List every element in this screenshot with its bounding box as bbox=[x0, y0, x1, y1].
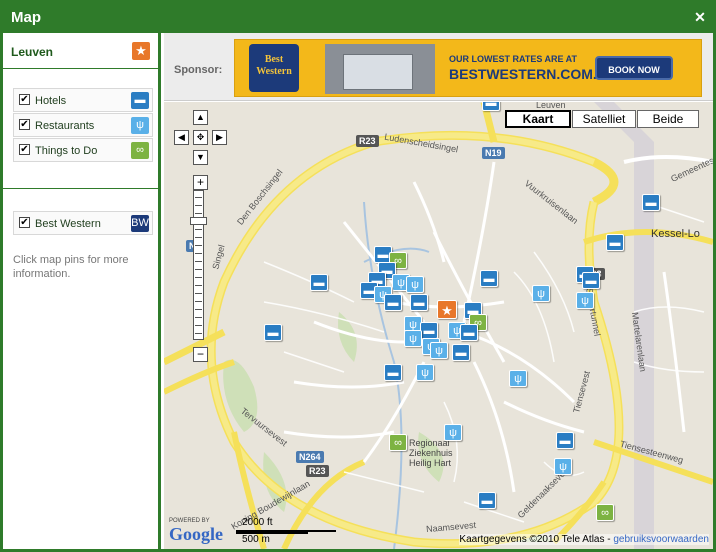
binoculars-icon: ∞ bbox=[131, 142, 149, 159]
hotel-pin[interactable]: ▬ bbox=[480, 270, 498, 287]
best-western-ad-banner[interactable]: Best Western OUR LOWEST RATES ARE AT BES… bbox=[234, 39, 702, 97]
sidebar: Leuven ★ ✔ Hotels ▬ ✔ Restaurants ψ ✔ Th… bbox=[3, 33, 161, 549]
filter-hotels[interactable]: ✔ Hotels ▬ bbox=[13, 88, 153, 112]
google-logo: POWERED BY Google bbox=[169, 518, 223, 545]
road-badge: R23 bbox=[306, 465, 329, 477]
hotel-pin[interactable]: ▬ bbox=[606, 234, 624, 251]
hotel-pin[interactable]: ▬ bbox=[582, 272, 600, 289]
things-to-do-pin[interactable]: ∞ bbox=[596, 504, 614, 521]
city-name: Leuven bbox=[11, 45, 54, 59]
pan-down-icon[interactable]: ▼ bbox=[193, 150, 208, 165]
things-to-do-checkbox[interactable]: ✔ bbox=[19, 144, 30, 155]
pan-left-icon[interactable]: ◀ bbox=[174, 130, 189, 145]
fork-knife-icon: ψ bbox=[131, 117, 149, 134]
star-icon: ★ bbox=[132, 42, 150, 60]
filter-label: Things to Do bbox=[35, 145, 98, 157]
map-canvas[interactable]: Leuven Ludenscheidsingel R23 N19 Vuurkru… bbox=[164, 102, 713, 549]
bed-icon: ▬ bbox=[131, 92, 149, 109]
hotel-pin[interactable]: ▬ bbox=[384, 294, 402, 311]
hotel-photo bbox=[325, 44, 435, 94]
map-type-control: Kaart Satelliet Beide bbox=[504, 110, 699, 128]
restaurant-pin[interactable]: ψ bbox=[406, 276, 424, 293]
sponsor-label: Sponsor: bbox=[174, 64, 223, 76]
hotel-pin[interactable]: ▬ bbox=[420, 322, 438, 339]
hotel-pin[interactable]: ▬ bbox=[310, 274, 328, 291]
pan-up-icon[interactable]: ▲ bbox=[193, 110, 208, 125]
map-type-kaart-button[interactable]: Kaart bbox=[505, 110, 571, 128]
restaurant-pin[interactable]: ψ bbox=[416, 364, 434, 381]
map-hint: Click map pins for more information. bbox=[13, 254, 129, 280]
sidebar-header: Leuven ★ bbox=[3, 33, 158, 69]
filter-label: Restaurants bbox=[35, 120, 95, 132]
map-type-satelliet-button[interactable]: Satelliet bbox=[572, 110, 636, 128]
scale-metric: 500 m bbox=[242, 534, 270, 545]
hotels-checkbox[interactable]: ✔ bbox=[19, 94, 30, 105]
hotel-pin[interactable]: ▬ bbox=[384, 364, 402, 381]
close-icon[interactable]: ✕ bbox=[693, 10, 707, 24]
filter-label: Hotels bbox=[35, 95, 67, 107]
hotel-pin[interactable]: ▬ bbox=[264, 324, 282, 341]
filter-things-to-do[interactable]: ✔ Things to Do ∞ bbox=[13, 138, 153, 162]
window-titlebar: Map ✕ bbox=[3, 3, 713, 33]
ad-headline: OUR LOWEST RATES ARE AT bbox=[449, 54, 577, 64]
street-label: Leuven bbox=[536, 102, 566, 110]
zoom-slider[interactable] bbox=[193, 190, 204, 340]
map-scale: 2000 ft 500 m bbox=[236, 517, 346, 547]
restaurant-pin[interactable]: ψ bbox=[576, 292, 594, 309]
zoom-in-icon[interactable]: + bbox=[193, 175, 208, 190]
road-badge: N264 bbox=[296, 451, 324, 463]
hotel-pin[interactable]: ▬ bbox=[460, 324, 478, 341]
ad-logo: Best Western bbox=[249, 44, 299, 92]
road-badge: N19 bbox=[482, 147, 505, 159]
best-western-logo-icon: BW bbox=[131, 215, 149, 232]
category-filters: ✔ Hotels ▬ ✔ Restaurants ψ ✔ Things to D… bbox=[13, 88, 153, 163]
hotel-pin[interactable]: ▬ bbox=[642, 194, 660, 211]
ad-domain: BESTWESTERN.COM. bbox=[449, 66, 597, 82]
hotel-pin[interactable]: ▬ bbox=[556, 432, 574, 449]
restaurant-pin[interactable]: ψ bbox=[554, 458, 572, 475]
restaurant-pin[interactable]: ψ bbox=[444, 424, 462, 441]
sidebar-divider bbox=[3, 188, 158, 189]
map-copyright: Kaartgegevens ©2010 Tele Atlas - gebruik… bbox=[459, 534, 709, 545]
window-title: Map bbox=[11, 9, 41, 26]
best-western-star-pin[interactable]: ★ bbox=[437, 300, 457, 319]
filter-best-western[interactable]: ✔ Best Western BW bbox=[13, 211, 153, 235]
road-badge: R23 bbox=[356, 135, 379, 147]
scale-imperial: 2000 ft bbox=[242, 517, 273, 528]
restaurant-pin[interactable]: ψ bbox=[404, 330, 422, 347]
filter-label: Best Western bbox=[35, 218, 101, 230]
zoom-out-icon[interactable]: − bbox=[193, 347, 208, 362]
pan-right-icon[interactable]: ▶ bbox=[212, 130, 227, 145]
best-western-checkbox[interactable]: ✔ bbox=[19, 217, 30, 228]
place-label: Regionaal Ziekenhuis Heilig Hart bbox=[409, 438, 453, 468]
hotel-pin[interactable]: ▬ bbox=[452, 344, 470, 361]
place-label: Kessel-Lo bbox=[651, 228, 700, 240]
restaurant-pin[interactable]: ψ bbox=[430, 342, 448, 359]
restaurants-checkbox[interactable]: ✔ bbox=[19, 119, 30, 130]
zoom-slider-handle[interactable] bbox=[190, 217, 207, 225]
filter-restaurants[interactable]: ✔ Restaurants ψ bbox=[13, 113, 153, 137]
map-type-beide-button[interactable]: Beide bbox=[637, 110, 699, 128]
book-now-button[interactable]: BOOK NOW bbox=[595, 56, 673, 80]
sponsor-bar: Sponsor: Best Western OUR LOWEST RATES A… bbox=[164, 33, 713, 101]
map-window: Map ✕ Leuven ★ ✔ Hotels ▬ ✔ Restaurants … bbox=[0, 0, 716, 552]
hotel-pin[interactable]: ▬ bbox=[478, 492, 496, 509]
pan-center-icon[interactable]: ✥ bbox=[193, 130, 208, 145]
restaurant-pin[interactable]: ψ bbox=[532, 285, 550, 302]
hotel-pin[interactable]: ▬ bbox=[410, 294, 428, 311]
restaurant-pin[interactable]: ψ bbox=[509, 370, 527, 387]
map-roads bbox=[164, 102, 713, 549]
brand-filters: ✔ Best Western BW bbox=[13, 211, 153, 236]
google-wordmark: Google bbox=[169, 524, 223, 544]
terms-link[interactable]: gebruiksvoorwaarden bbox=[613, 534, 709, 545]
copyright-text: Kaartgegevens ©2010 Tele Atlas - bbox=[459, 534, 611, 545]
things-to-do-pin[interactable]: ∞ bbox=[389, 434, 407, 451]
hotel-pin[interactable]: ▬ bbox=[482, 102, 500, 111]
